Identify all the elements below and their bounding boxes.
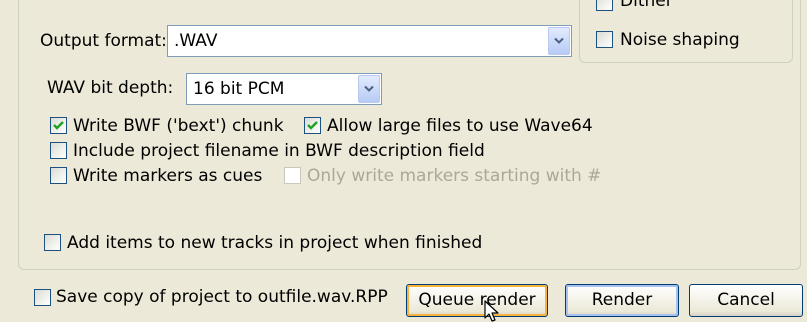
include-filename-label: Include project filename in BWF descript… (73, 141, 485, 161)
noise-shaping-label: Noise shaping (620, 30, 740, 50)
dither-checkbox[interactable] (596, 0, 613, 11)
write-markers-checkbox[interactable] (50, 167, 67, 184)
write-bwf-checkbox[interactable] (50, 117, 67, 134)
mouse-pointer-icon (484, 300, 499, 322)
chevron-down-icon (554, 37, 564, 44)
include-filename-checkbox[interactable] (50, 142, 67, 159)
output-format-value: .WAV (174, 31, 218, 51)
write-markers-label: Write markers as cues (73, 166, 263, 186)
wav-bit-depth-dropdown-button[interactable] (358, 75, 380, 103)
noise-shaping-checkbox[interactable] (596, 31, 613, 48)
output-format-select[interactable]: .WAV (167, 25, 572, 57)
queue-render-button[interactable]: Queue render (406, 284, 548, 317)
only-hash-markers-checkbox[interactable] (284, 167, 301, 184)
chevron-down-icon (364, 85, 374, 92)
checkmark-icon (307, 121, 318, 130)
dither-label: Dither (620, 0, 673, 11)
allow-large-files-label: Allow large files to use Wave64 (327, 116, 593, 136)
allow-large-files-checkbox[interactable] (304, 117, 321, 134)
add-items-checkbox[interactable] (44, 234, 61, 251)
checkmark-icon (53, 121, 64, 130)
save-copy-checkbox[interactable] (34, 289, 51, 306)
wav-bit-depth-value: 16 bit PCM (193, 79, 285, 99)
write-bwf-label: Write BWF ('bext') chunk (73, 116, 284, 136)
cancel-button[interactable]: Cancel (689, 284, 803, 317)
output-format-label: Output format: (40, 31, 167, 51)
render-button[interactable]: Render (565, 284, 679, 317)
wav-bit-depth-select[interactable]: 16 bit PCM (186, 73, 382, 105)
only-hash-markers-label: Only write markers starting with # (307, 166, 602, 186)
save-copy-label: Save copy of project to outfile.wav.RPP (56, 287, 388, 307)
add-items-label: Add items to new tracks in project when … (67, 233, 483, 253)
wav-bit-depth-label: WAV bit depth: (47, 78, 174, 98)
output-format-dropdown-button[interactable] (548, 27, 570, 55)
